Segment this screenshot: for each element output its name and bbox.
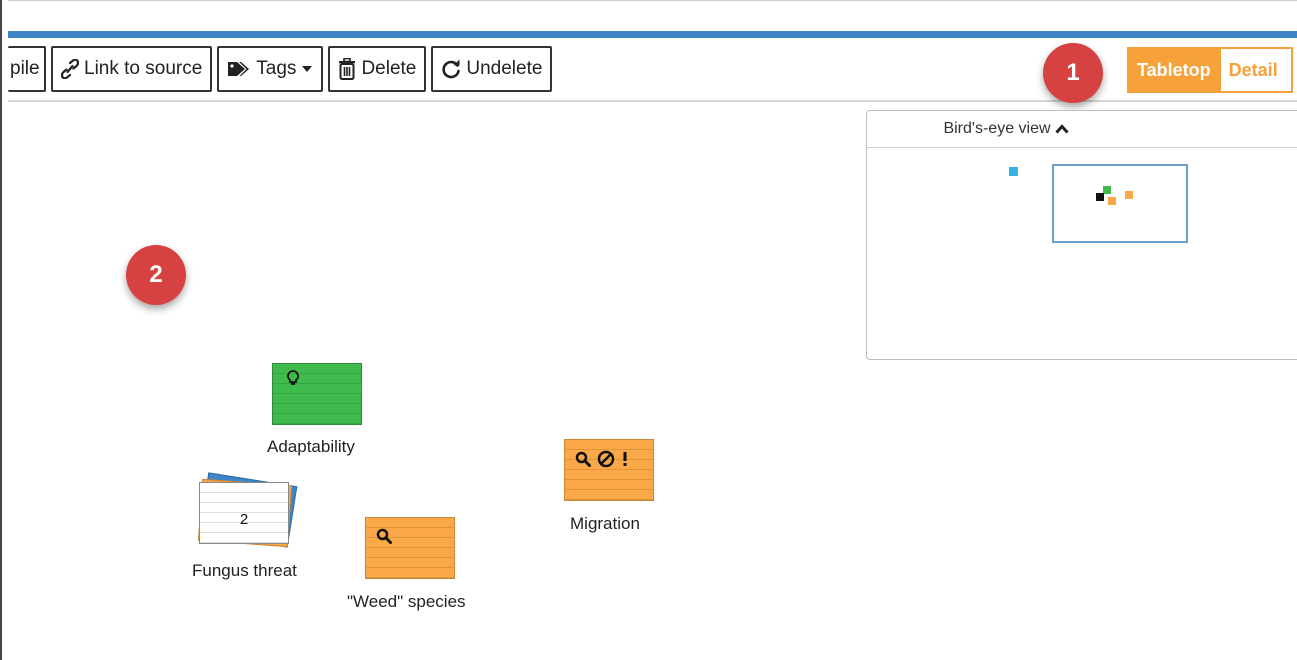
toolbar-divider <box>8 100 1297 102</box>
detail-view-button[interactable]: Detail <box>1220 47 1293 93</box>
tags-dropdown-button[interactable]: Tags <box>217 46 324 92</box>
caret-down-icon <box>302 66 313 72</box>
card-adaptability[interactable] <box>272 363 362 425</box>
minimap-card <box>1108 197 1116 205</box>
delete-label: Delete <box>361 58 417 79</box>
card-weed-species[interactable] <box>365 517 455 579</box>
minimap-card <box>1103 186 1111 194</box>
pile-fungus-threat[interactable]: 2 <box>199 482 289 544</box>
refresh-icon <box>442 59 461 79</box>
birds-eye-view-title: Bird's-eye view <box>943 120 1051 137</box>
tabletop-view-button[interactable]: Tabletop <box>1127 47 1221 93</box>
header-accent-bar <box>8 31 1297 38</box>
minimap-card <box>1125 191 1133 199</box>
callout-badge-2: 2 <box>126 245 186 305</box>
lightbulb-icon <box>287 370 299 385</box>
window-top-border <box>8 0 1297 1</box>
birds-eye-view-toggle[interactable]: Bird's-eye view <box>867 111 1297 148</box>
link-to-source-button[interactable]: Link to source <box>51 46 213 92</box>
pile-button[interactable]: pile <box>8 46 46 92</box>
delete-button[interactable]: Delete <box>328 46 427 92</box>
search-icon <box>376 528 392 544</box>
view-toggle: Tabletop Detail <box>1127 47 1293 93</box>
ban-icon <box>597 450 615 468</box>
window-left-border <box>0 0 2 660</box>
link-to-source-label: Link to source <box>84 58 203 79</box>
birds-eye-view-panel: Bird's-eye view <box>866 110 1297 360</box>
tags-icon <box>228 62 250 76</box>
card-label-fungus-threat: Fungus threat <box>192 561 297 580</box>
card-label-weed-species: "Weed" species <box>347 592 466 611</box>
undelete-button[interactable]: Undelete <box>431 46 553 92</box>
card-migration[interactable] <box>564 439 654 501</box>
card-label-adaptability: Adaptability <box>267 437 355 456</box>
minimap-card <box>1096 193 1104 201</box>
trash-icon <box>339 58 356 80</box>
tags-label: Tags <box>256 58 297 79</box>
link-icon <box>61 59 79 79</box>
minimap-viewport[interactable] <box>1052 164 1188 243</box>
callout-badge-1: 1 <box>1043 43 1103 103</box>
pile-button-label: pile <box>10 58 40 79</box>
exclamation-icon <box>623 452 627 466</box>
search-icon <box>575 451 591 467</box>
card-label-migration: Migration <box>570 514 640 533</box>
toolbar: pile Link to source Tags Delete Undelete <box>8 46 553 94</box>
undelete-label: Undelete <box>466 58 543 79</box>
pile-count: 2 <box>239 511 249 528</box>
minimap-marker <box>1009 167 1018 176</box>
chevron-up-icon <box>1054 124 1069 134</box>
